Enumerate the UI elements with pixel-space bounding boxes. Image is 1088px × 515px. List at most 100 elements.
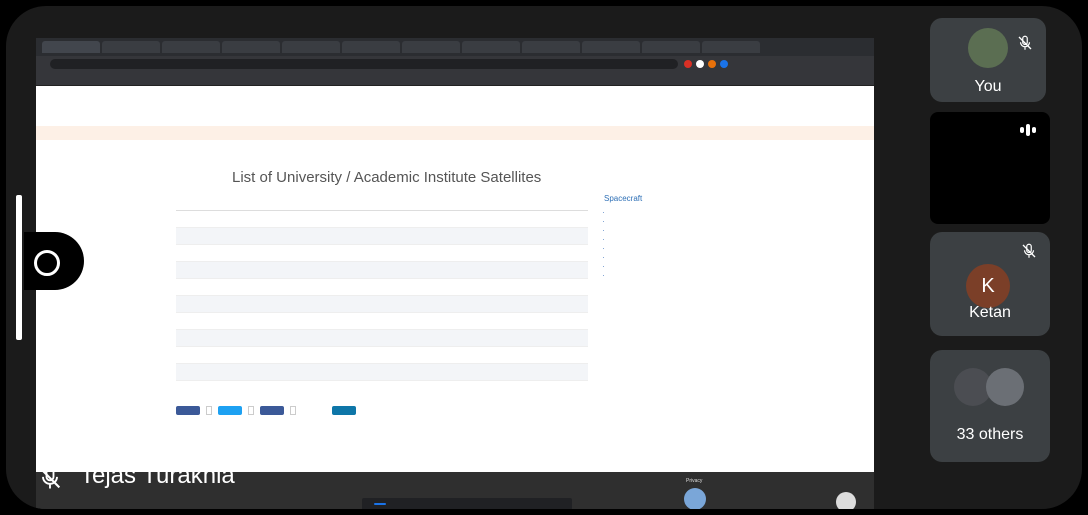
table-cell-name[interactable] <box>244 210 314 228</box>
table-header-row <box>176 194 588 211</box>
column-header <box>313 194 382 211</box>
sidebar-link[interactable] <box>612 272 754 278</box>
browser-tab[interactable] <box>222 41 280 53</box>
table-cell-name[interactable] <box>244 346 314 364</box>
browser-tab[interactable] <box>42 41 100 53</box>
table-cell-remarks <box>519 295 588 313</box>
sidebar-link[interactable] <box>612 227 754 233</box>
sidebar-link[interactable] <box>612 254 754 260</box>
table-cell-remarks <box>519 244 588 262</box>
table-cell-num <box>176 278 245 296</box>
participant-tile-ketan[interactable]: K Ketan <box>930 232 1050 336</box>
spacecraft-sidebar: Spacecraft <box>604 194 754 281</box>
table-cell-date <box>313 210 382 228</box>
browser-tab[interactable] <box>342 41 400 53</box>
extension-icons[interactable] <box>684 60 728 68</box>
table-cell-name[interactable] <box>244 244 314 262</box>
table-cell-remarks <box>519 227 588 245</box>
table-cell-vehicle[interactable] <box>450 278 520 296</box>
shared-screen: List of University / Academic Institute … <box>36 38 874 509</box>
table-cell-name[interactable] <box>244 261 314 279</box>
browser-tab[interactable] <box>702 41 760 53</box>
table-cell-vehicle[interactable] <box>450 346 520 364</box>
table-cell-name[interactable] <box>244 363 314 381</box>
share-count <box>206 406 212 415</box>
web-page: List of University / Academic Institute … <box>36 86 874 472</box>
table-cell-vehicle[interactable] <box>450 363 520 381</box>
table-cell-vehicle[interactable] <box>450 244 520 262</box>
speaking-indicator-icon <box>1020 124 1036 136</box>
twitter-share-button[interactable] <box>218 406 242 415</box>
table-cell-vehicle[interactable] <box>450 295 520 313</box>
browser-tab[interactable] <box>282 41 340 53</box>
table-cell-name[interactable] <box>244 278 314 296</box>
table-cell-name[interactable] <box>244 329 314 347</box>
table-cell-vehicle[interactable] <box>450 312 520 330</box>
table-cell-mass <box>381 278 451 296</box>
sidebar-link[interactable] <box>612 209 754 215</box>
browser-tab[interactable] <box>162 41 220 53</box>
column-header <box>244 194 314 211</box>
participant-name: Ketan <box>969 304 1011 321</box>
participant-tile-others[interactable]: 33 others <box>930 350 1050 462</box>
extension-icon[interactable] <box>684 60 692 68</box>
table-cell-vehicle[interactable] <box>450 210 520 228</box>
table-cell-remarks <box>519 278 588 296</box>
table-cell-name[interactable] <box>244 295 314 313</box>
table-cell-date <box>313 278 382 296</box>
column-header <box>381 194 451 211</box>
table-cell-date <box>313 346 382 364</box>
sidebar-list <box>604 209 754 278</box>
browser-tab[interactable] <box>102 41 160 53</box>
sidebar-link[interactable] <box>612 263 754 269</box>
table-cell-mass <box>381 210 451 228</box>
mic-off-icon <box>1022 243 1036 258</box>
share-button[interactable] <box>260 406 284 415</box>
participant-tile-speaking[interactable] <box>930 112 1050 224</box>
table-cell-mass <box>381 346 451 364</box>
camera-icon <box>34 250 60 276</box>
table-cell-remarks <box>519 261 588 279</box>
table-cell-name[interactable] <box>244 227 314 245</box>
browser-tab[interactable] <box>642 41 700 53</box>
profile-icon[interactable] <box>720 60 728 68</box>
extension-icon[interactable] <box>708 60 716 68</box>
table-cell-mass <box>381 312 451 330</box>
table-cell-mass <box>381 295 451 313</box>
phone-frame: List of University / Academic Institute … <box>6 6 1082 509</box>
sidebar-link[interactable] <box>612 245 754 251</box>
table-cell-vehicle[interactable] <box>450 329 520 347</box>
sidebar-link[interactable] <box>612 236 754 242</box>
table-row <box>176 261 588 279</box>
facebook-share-button[interactable] <box>176 406 200 415</box>
participant-tile-you[interactable]: You <box>930 18 1046 102</box>
extension-icon[interactable] <box>696 60 704 68</box>
stop-sharing-button[interactable] <box>374 503 386 505</box>
share-count <box>248 406 254 415</box>
table-cell-date <box>313 261 382 279</box>
address-bar[interactable] <box>50 59 678 69</box>
page-title: List of University / Academic Institute … <box>232 169 542 186</box>
table-cell-date <box>313 329 382 347</box>
browser-tab[interactable] <box>582 41 640 53</box>
presenter-bar: Tejas Turakhia <box>36 456 874 496</box>
table-row <box>176 244 588 262</box>
browser-tab-strip[interactable] <box>36 38 874 56</box>
table-cell-mass <box>381 244 451 262</box>
browser-tab[interactable] <box>522 41 580 53</box>
linkedin-share-button[interactable] <box>332 406 356 415</box>
screen-share-toast <box>362 498 572 509</box>
table-cell-vehicle[interactable] <box>450 261 520 279</box>
table-cell-name[interactable] <box>244 312 314 330</box>
sidebar-link[interactable] <box>612 218 754 224</box>
browser-tab[interactable] <box>462 41 520 53</box>
table-cell-num <box>176 329 245 347</box>
table-cell-vehicle[interactable] <box>450 227 520 245</box>
phone-side-bar <box>16 195 22 340</box>
table-cell-mass <box>381 227 451 245</box>
table-cell-remarks <box>519 312 588 330</box>
browser-tab[interactable] <box>402 41 460 53</box>
table-cell-num <box>176 346 245 364</box>
participant-count: 33 others <box>956 426 1024 443</box>
table-cell-num <box>176 210 245 228</box>
